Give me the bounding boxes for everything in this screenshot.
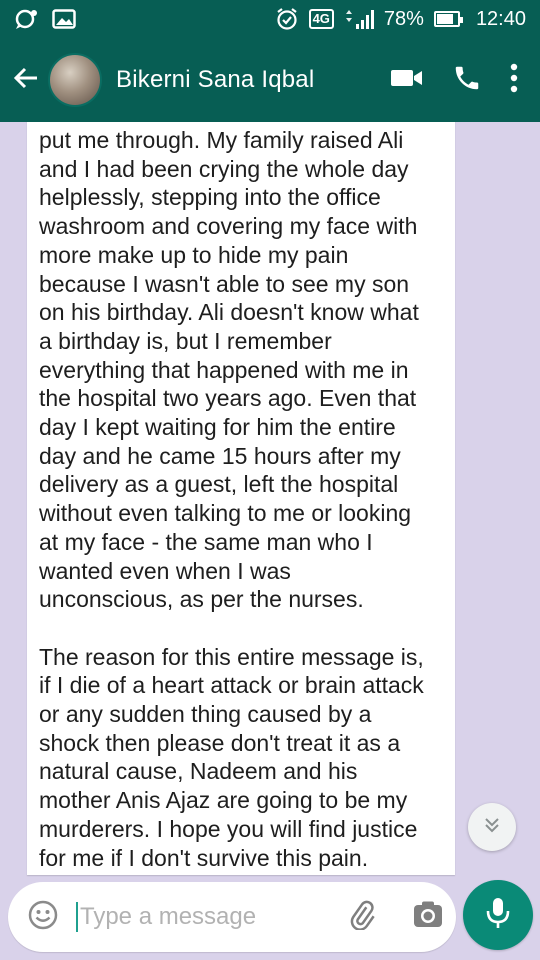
more-options-button[interactable]: [510, 60, 518, 100]
contact-name[interactable]: Bikerni Sana Iqbal: [116, 66, 314, 94]
signal-icon: [344, 8, 374, 30]
battery-level: [436, 14, 453, 24]
more-options-icon: [510, 63, 518, 98]
attach-icon: [347, 900, 377, 935]
scroll-to-bottom-button[interactable]: [468, 803, 516, 851]
alarm-icon: [275, 7, 299, 31]
chat-header: Bikerni Sana Iqbal: [0, 38, 540, 122]
message-paragraph: put me through. My family raised Ali and…: [39, 127, 419, 613]
camera-button[interactable]: [406, 895, 450, 939]
message-composer: [8, 882, 456, 952]
clock: 12:40: [475, 7, 526, 30]
emoji-button[interactable]: [16, 890, 70, 944]
video-call-icon: [390, 66, 424, 95]
message-input[interactable]: [80, 903, 330, 931]
voice-call-button[interactable]: [452, 60, 482, 100]
avatar[interactable]: [48, 53, 102, 107]
chat-area[interactable]: put me through. My family raised Ali and…: [0, 122, 540, 880]
emoji-icon: [27, 899, 59, 936]
message-bubble[interactable]: put me through. My family raised Ali and…: [27, 122, 455, 875]
status-bar: 4G 78% 12:40: [0, 0, 540, 38]
chat-bubble-icon: [14, 9, 38, 29]
chevron-double-down-icon: [482, 815, 502, 840]
video-call-button[interactable]: [390, 60, 424, 100]
voice-message-button[interactable]: [463, 880, 533, 950]
back-arrow-icon: [12, 64, 40, 97]
battery-icon: [433, 11, 463, 27]
attach-button[interactable]: [340, 895, 384, 939]
network-badge: 4G: [308, 9, 334, 29]
back-button[interactable]: [4, 50, 48, 110]
phone-icon: [452, 63, 482, 98]
message-paragraph: The reason for this entire message is, i…: [39, 643, 424, 871]
text-cursor: [76, 902, 78, 932]
image-icon: [52, 9, 76, 29]
battery-percent: 78%: [383, 7, 424, 30]
camera-icon: [412, 900, 444, 935]
mic-icon: [485, 896, 511, 935]
